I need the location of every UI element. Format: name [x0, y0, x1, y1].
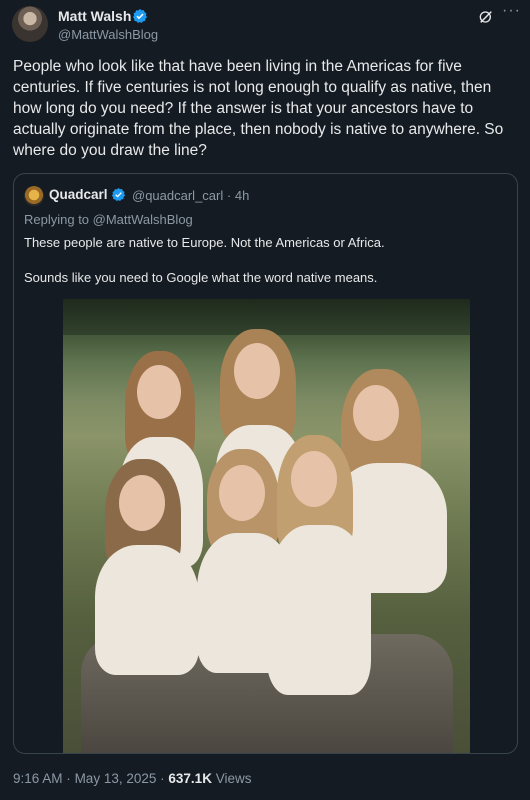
- quote-author-handle[interactable]: @quadcarl_carl · 4h: [132, 188, 249, 203]
- author-name[interactable]: Matt Walsh: [58, 8, 131, 24]
- meta-separator: ·: [66, 771, 71, 786]
- tweet-text: People who look like that have been livi…: [13, 58, 504, 159]
- quote-separator: ·: [226, 188, 232, 203]
- quote-author-name[interactable]: Quadcarl: [49, 187, 108, 202]
- tweet: Matt Walsh @MattWalshBlog ··· People who…: [0, 0, 530, 800]
- author-avatar[interactable]: [12, 6, 48, 42]
- views-label: Views: [215, 771, 252, 786]
- grok-icon[interactable]: [478, 9, 494, 25]
- quote-verified-badge-icon: [111, 187, 126, 201]
- author-handle[interactable]: @MattWalshBlog: [58, 27, 158, 42]
- post-time[interactable]: 9:16 AM: [13, 771, 63, 786]
- quote-handle-text: @quadcarl_carl: [132, 188, 224, 203]
- quote-replying-to: Replying to @MattWalshBlog: [24, 212, 193, 227]
- quote-author-avatar[interactable]: [24, 186, 44, 206]
- quote-photo[interactable]: [63, 299, 470, 753]
- meta-separator: ·: [160, 771, 165, 786]
- more-options-icon[interactable]: ···: [502, 2, 521, 20]
- quoted-tweet[interactable]: Quadcarl @quadcarl_carl · 4h Replying to…: [13, 173, 518, 754]
- quote-text-line2: Sounds like you need to Google what the …: [24, 270, 378, 285]
- views-count[interactable]: 637.1K: [168, 771, 212, 786]
- post-date[interactable]: May 13, 2025: [75, 771, 157, 786]
- tweet-meta: 9:16 AM · May 13, 2025 · 637.1K Views: [13, 771, 252, 786]
- verified-badge-icon: [133, 9, 147, 23]
- quote-text-line1: These people are native to Europe. Not t…: [24, 235, 385, 250]
- photo-person: [263, 435, 371, 745]
- quote-time: 4h: [234, 188, 250, 203]
- photo-person: [89, 459, 201, 749]
